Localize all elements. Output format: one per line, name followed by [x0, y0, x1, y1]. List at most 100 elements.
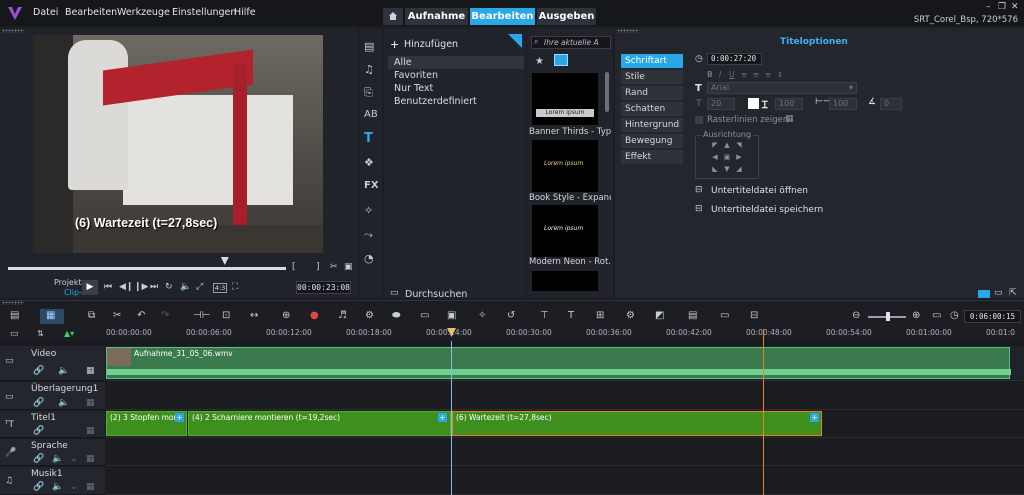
- line-spacing-field[interactable]: 100: [775, 98, 803, 110]
- grid-checkbox[interactable]: [695, 116, 703, 124]
- title-clip-4[interactable]: (4) 2 Scharniere montieren (t=19,2sec) +: [188, 411, 451, 436]
- tab-bewegung[interactable]: Bewegung: [621, 134, 683, 148]
- playhead-line[interactable]: [451, 341, 452, 495]
- category-alle[interactable]: Alle: [394, 57, 412, 68]
- category-benutzerdefiniert[interactable]: Benutzerdefiniert: [394, 96, 477, 107]
- clip-add-icon[interactable]: +: [810, 413, 819, 422]
- speed-ramp-icon[interactable]: ↺: [507, 310, 515, 321]
- menu-bearbeiten[interactable]: Bearbeiten: [65, 7, 117, 18]
- search-placeholder[interactable]: Ihre aktuelle A: [544, 38, 599, 47]
- restore-icon[interactable]: ❐: [998, 2, 1006, 12]
- fit-project-icon[interactable]: ⊟: [750, 310, 758, 321]
- menu-datei[interactable]: Datei: [33, 7, 58, 18]
- mark-in-icon[interactable]: [: [292, 262, 296, 272]
- link-icon[interactable]: 🔗: [33, 366, 44, 376]
- tab-effekt[interactable]: Effekt: [621, 150, 683, 164]
- fullscreen-icon[interactable]: ⛶: [232, 282, 238, 292]
- record-icon[interactable]: ●: [310, 310, 319, 321]
- graphics-icon[interactable]: ❖: [364, 156, 374, 169]
- underline-button[interactable]: U: [729, 70, 735, 79]
- next-frame-icon[interactable]: ❙▶: [134, 282, 148, 292]
- grid-options-icon[interactable]: ▦: [785, 114, 794, 124]
- expand-icon[interactable]: ⌄: [70, 482, 78, 492]
- tab-schriftart[interactable]: Schriftart: [621, 54, 683, 68]
- panel-layout-icon[interactable]: ▭: [994, 288, 1003, 298]
- menu-werkzeuge[interactable]: Werkzeuge: [117, 7, 170, 18]
- menu-einstellungen[interactable]: Einstellungen: [172, 7, 236, 18]
- mode-clip[interactable]: Clip–: [64, 288, 83, 297]
- snapshot-icon[interactable]: ▣: [344, 262, 353, 272]
- volume-icon[interactable]: 🔈: [180, 282, 191, 292]
- track-manager-icon[interactable]: ▭: [10, 329, 19, 339]
- align-bottom-right-icon[interactable]: ◢: [733, 165, 745, 177]
- mark-out-icon[interactable]: ]: [316, 262, 320, 272]
- align-right-icon[interactable]: ≡: [765, 70, 771, 79]
- subtitle-icon[interactable]: ▭: [420, 310, 429, 321]
- motion-icon[interactable]: ⚙: [365, 310, 374, 321]
- time-freeze-icon[interactable]: ⊤: [540, 310, 549, 321]
- prev-frame-icon[interactable]: ◀❙: [119, 282, 133, 292]
- preview-timecode[interactable]: 00:00:23:08: [296, 281, 351, 294]
- aspect-button[interactable]: 4:3: [213, 283, 227, 293]
- chapter-icon[interactable]: ▲▾: [64, 329, 74, 338]
- home-tab[interactable]: [383, 8, 403, 25]
- zoom-in-icon[interactable]: ⊕: [912, 310, 920, 321]
- clip-add-icon[interactable]: +: [175, 413, 184, 422]
- view-thumbnail-icon[interactable]: [554, 54, 568, 66]
- font-size-field[interactable]: 20: [707, 98, 735, 110]
- align-left-mid-icon[interactable]: ◀: [709, 153, 721, 165]
- align-top-icon[interactable]: ▲: [721, 141, 733, 153]
- tab-capture[interactable]: Aufnahme: [405, 8, 468, 25]
- edit-marker-line[interactable]: [763, 341, 764, 495]
- title-clip-2[interactable]: (2) 3 Stopfen montie +: [106, 411, 187, 436]
- mute-icon[interactable]: 🔈: [52, 454, 63, 464]
- menu-hilfe[interactable]: Hilfe: [234, 7, 256, 18]
- timeline-timecode[interactable]: 0:06:00:15: [964, 310, 1021, 323]
- copy-icon[interactable]: ⧉: [88, 310, 95, 321]
- timeline-view-button[interactable]: ▦: [40, 309, 64, 324]
- mode-project[interactable]: Projekt–: [54, 278, 86, 287]
- transition-icon[interactable]: ⎘: [364, 86, 373, 100]
- mute-icon[interactable]: 🔈: [52, 482, 63, 492]
- duration-field[interactable]: 0:00:27:20: [707, 53, 762, 65]
- preview-title-overlay[interactable]: (6) Wartezeit (t=27,8sec): [75, 216, 217, 230]
- tab-schatten[interactable]: Schatten: [621, 102, 683, 116]
- link-icon[interactable]: 🔗: [33, 426, 44, 436]
- storyboard-view-icon[interactable]: ▤: [10, 310, 19, 321]
- speed-icon[interactable]: ◔: [364, 252, 374, 265]
- vertical-text-icon[interactable]: ⇕: [777, 70, 783, 79]
- title-clip-6[interactable]: (6) Wartezeit (t=27,8sec) +: [452, 411, 822, 436]
- instant-project-icon[interactable]: ♫: [364, 63, 374, 76]
- mask-icon[interactable]: ⊞: [596, 310, 604, 321]
- repeat-icon[interactable]: ↻: [165, 282, 173, 292]
- track-lane-music[interactable]: [106, 467, 1024, 495]
- tab-hintergrund[interactable]: Hintergrund: [621, 118, 683, 132]
- track-lane-overlay[interactable]: [106, 382, 1024, 410]
- mute-icon[interactable]: 🔈: [58, 398, 69, 408]
- timeline-ruler[interactable]: ▭ ⇅ ▲▾ 00:00:00:00 00:00:06:00 00:00:12:00…: [0, 327, 1024, 341]
- browse-icon[interactable]: ▭: [390, 288, 399, 298]
- tab-stile[interactable]: Stile: [621, 70, 683, 84]
- close-icon[interactable]: ✕: [1011, 2, 1019, 12]
- zoom-slider-handle[interactable]: [886, 312, 890, 321]
- zoom-out-icon[interactable]: ⊖: [852, 310, 860, 321]
- bold-button[interactable]: B: [707, 70, 713, 79]
- tab-rand[interactable]: Rand: [621, 86, 683, 100]
- align-left-icon[interactable]: ≡: [741, 70, 747, 79]
- thumb-next[interactable]: [532, 271, 598, 291]
- thumbs-scrollbar[interactable]: [605, 72, 609, 112]
- ripple-icon[interactable]: ▦: [86, 366, 95, 376]
- thumb-search[interactable]: ⌕ Ihre aktuelle A: [531, 36, 611, 49]
- ripple-icon[interactable]: ▦: [86, 398, 95, 408]
- thumb-book-style[interactable]: Lorem ipsum: [532, 140, 598, 192]
- cut-icon[interactable]: ✂: [113, 310, 121, 321]
- tab-share[interactable]: Ausgeben: [537, 8, 596, 25]
- go-end-icon[interactable]: ⏭: [150, 282, 158, 292]
- go-start-icon[interactable]: ⏮: [104, 282, 112, 292]
- panel-grip[interactable]: [2, 29, 24, 33]
- enlarge-icon[interactable]: ⤢: [196, 282, 203, 292]
- align-bottom-left-icon[interactable]: ◣: [709, 165, 721, 177]
- rotation-field[interactable]: 0: [880, 98, 902, 110]
- font-select[interactable]: Arial ▾: [707, 82, 857, 94]
- title-tool-icon[interactable]: T: [364, 131, 373, 146]
